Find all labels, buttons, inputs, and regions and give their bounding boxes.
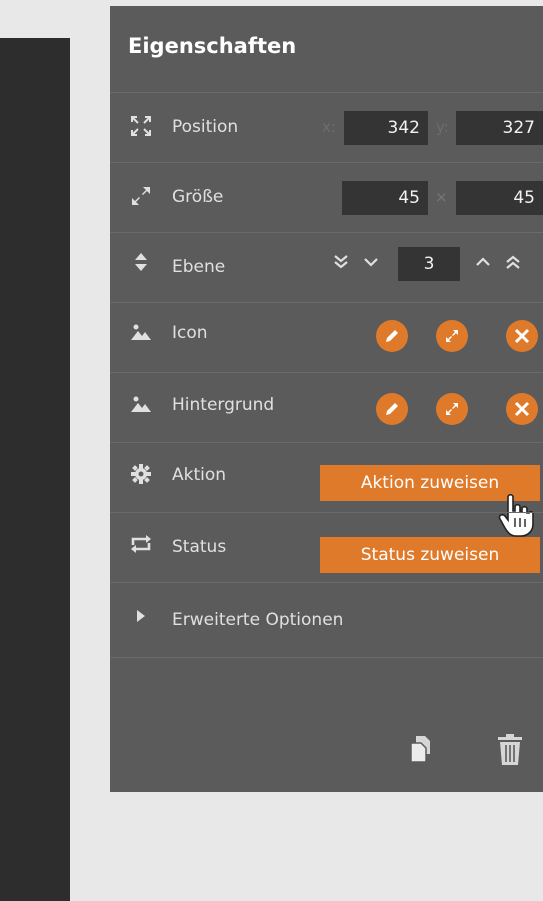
action-row: Aktion Aktion zuweisen (110, 442, 543, 537)
resize-diagonal-icon (446, 403, 458, 415)
image-icon (131, 396, 151, 412)
background-remove-button[interactable] (506, 393, 538, 425)
icon-edit-button[interactable] (376, 320, 408, 352)
trash-icon[interactable] (496, 734, 524, 766)
size-row: Größe 45 × 45 (110, 162, 543, 233)
background-edit-button[interactable] (376, 393, 408, 425)
background-row: Hintergrund (110, 372, 543, 443)
pencil-icon (386, 330, 398, 342)
image-icon (131, 324, 151, 340)
background-resize-button[interactable] (436, 393, 468, 425)
layer-input[interactable]: 3 (398, 247, 460, 281)
copy-icon[interactable] (408, 734, 436, 764)
status-row: Status Status zuweisen (110, 512, 543, 583)
height-input[interactable]: 45 (456, 181, 543, 215)
chevron-double-down-icon[interactable] (330, 251, 352, 273)
resize-diagonal-icon (132, 187, 150, 205)
move-arrows-icon (131, 116, 151, 136)
chevron-up-icon[interactable] (472, 251, 494, 273)
repeat-icon (131, 535, 151, 553)
assign-status-button[interactable]: Status zuweisen (320, 537, 540, 573)
layer-row: Ebene 3 (110, 232, 543, 303)
properties-panel: Eigenschaften Position x: 342 y: 327 Grö… (110, 6, 543, 792)
chevron-double-up-icon[interactable] (502, 251, 524, 273)
chevron-down-icon[interactable] (360, 251, 382, 273)
pencil-icon (386, 403, 398, 415)
sort-updown-icon (135, 253, 147, 271)
position-label: Position (172, 117, 239, 137)
icon-resize-button[interactable] (436, 320, 468, 352)
position-y-input[interactable]: 327 (456, 111, 543, 145)
y-axis-label: y: (436, 118, 449, 136)
position-row: Position x: 342 y: 327 (110, 92, 543, 163)
status-label: Status (172, 537, 227, 557)
resize-diagonal-icon (446, 330, 458, 342)
icon-row: Icon (110, 302, 543, 373)
icon-label: Icon (172, 323, 208, 343)
layer-label: Ebene (172, 257, 226, 277)
action-label: Aktion (172, 465, 227, 485)
triangle-right-icon (137, 610, 145, 622)
position-x-input[interactable]: 342 (344, 111, 428, 145)
canvas-area (0, 38, 70, 901)
size-separator: × (435, 188, 448, 206)
x-axis-label: x: (322, 118, 336, 136)
close-icon (514, 328, 530, 344)
size-label: Größe (172, 187, 224, 207)
advanced-options-label: Erweiterte Optionen (172, 610, 344, 630)
background-label: Hintergrund (172, 395, 275, 415)
icon-remove-button[interactable] (506, 320, 538, 352)
advanced-options-toggle[interactable]: Erweiterte Optionen (110, 582, 543, 658)
gear-icon (131, 464, 151, 484)
panel-title: Eigenschaften (128, 34, 297, 58)
width-input[interactable]: 45 (342, 181, 428, 215)
close-icon (514, 401, 530, 417)
